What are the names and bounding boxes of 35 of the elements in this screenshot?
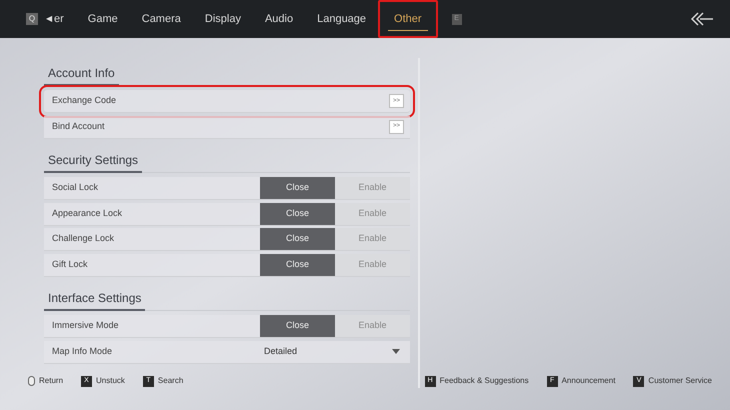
setting-label: Exchange Code [51,94,118,108]
back-arrow-icon[interactable] [690,12,714,26]
tab[interactable]: Other [378,0,438,38]
caret-icon [392,349,400,354]
tab[interactable]: Language [305,0,378,38]
footer-action[interactable]: Announcement [562,375,616,387]
footer-action[interactable]: Return [39,375,64,387]
setting-label: Challenge Lock [51,232,116,246]
mouse-icon [28,376,35,386]
tab[interactable]: Display [192,0,253,38]
footer-action[interactable]: Feedback & Suggestions [440,375,529,387]
key-hint: Q [26,13,38,25]
toggle-option[interactable]: Close [260,254,335,276]
toggle-option[interactable]: Close [260,177,335,199]
previous-tab-arrow[interactable]: ◀ [46,13,52,25]
section-heading: Interface Settings [44,289,146,311]
toggle-option[interactable]: Close [260,202,335,224]
setting-label: Immersive Mode [51,319,120,332]
tab[interactable]: Game [76,0,130,38]
setting-label: Appearance Lock [51,206,124,220]
setting-label: Map Info Mode [51,344,114,358]
setting-label: Social Lock [51,181,100,194]
toggle-option[interactable]: Close [260,315,335,337]
setting-label: Bind Account [51,120,106,133]
tab[interactable]: Audio [252,0,306,38]
tab[interactable]: er [54,0,76,38]
toggle-option[interactable]: Close [260,228,335,250]
footer-action[interactable]: Search [158,375,184,387]
section-heading: Security Settings [44,151,142,173]
setting-label: Gift Lock [51,258,89,271]
tab[interactable]: Camera [130,0,193,38]
footer-action[interactable]: Customer Service [648,375,712,387]
dropdown-value: Detailed [264,344,298,358]
dropdown[interactable]: Detailed [260,340,410,362]
footer-action[interactable]: Unstuck [96,375,125,387]
